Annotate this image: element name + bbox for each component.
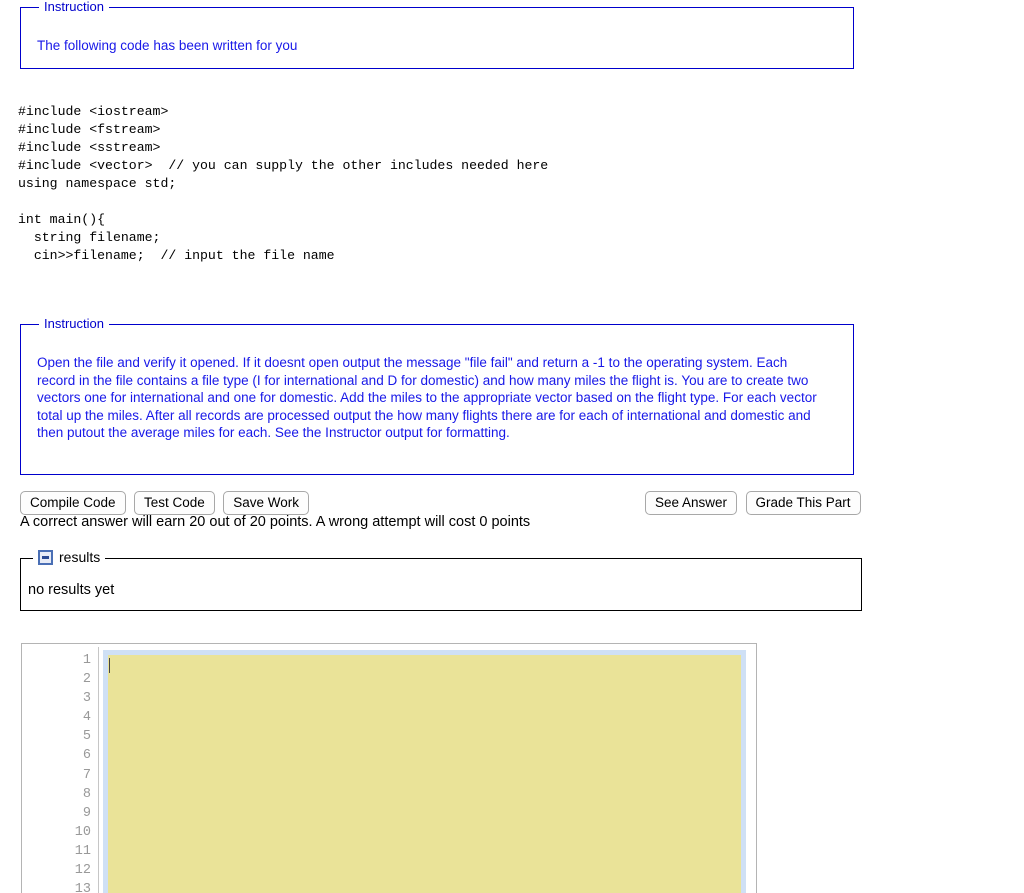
- save-work-button[interactable]: Save Work: [223, 491, 310, 515]
- line-number: 7: [82, 767, 91, 783]
- line-number: 10: [74, 824, 91, 840]
- line-number: 5: [82, 729, 91, 745]
- instruction-panel-1: Instruction The following code has been …: [20, 0, 854, 69]
- line-number: 12: [74, 863, 91, 879]
- text-caret: [109, 658, 110, 673]
- instruction-panel-2-text: Open the file and verify it opened. If i…: [37, 355, 817, 441]
- line-number: 13: [74, 882, 91, 893]
- code-editor-text-area[interactable]: [103, 650, 746, 893]
- line-number: 3: [82, 691, 91, 707]
- points-note: A correct answer will earn 20 out of 20 …: [20, 514, 531, 530]
- test-code-button[interactable]: Test Code: [134, 491, 215, 515]
- instruction-panel-1-legend: Instruction: [39, 0, 109, 14]
- compile-code-button[interactable]: Compile Code: [20, 491, 126, 515]
- results-panel-content: no results yet: [28, 582, 115, 598]
- line-number: 1: [82, 653, 91, 668]
- results-panel-legend-label: results: [59, 549, 101, 565]
- code-editor[interactable]: 1 2 3 4 5 6 7 8 9 10 11 12 13: [21, 643, 757, 893]
- action-button-row-left: Compile Code Test Code Save Work: [20, 491, 313, 515]
- line-number: 8: [82, 786, 91, 802]
- code-editor-line-number-gutter: 1 2 3 4 5 6 7 8 9 10 11 12 13: [22, 647, 99, 893]
- results-panel: results no results yet: [20, 548, 862, 611]
- results-panel-legend: results: [33, 548, 106, 566]
- see-answer-button[interactable]: See Answer: [645, 491, 738, 515]
- code-editor-body: 1 2 3 4 5 6 7 8 9 10 11 12 13: [22, 647, 756, 893]
- grade-this-part-button[interactable]: Grade This Part: [745, 491, 861, 515]
- line-number: 4: [82, 710, 91, 726]
- code-editor-surface[interactable]: [108, 655, 741, 893]
- line-number: 9: [82, 805, 91, 821]
- line-number: 6: [82, 748, 91, 764]
- action-button-row-right: See Answer Grade This Part: [641, 491, 861, 515]
- line-number: 11: [74, 843, 91, 859]
- instruction-panel-1-text: The following code has been written for …: [37, 38, 298, 53]
- line-number: 2: [82, 672, 91, 688]
- instruction-panel-2: Instruction Open the file and verify it …: [20, 316, 854, 475]
- instruction-panel-2-legend: Instruction: [39, 316, 109, 331]
- provided-code-listing: #include <iostream> #include <fstream> #…: [18, 104, 549, 263]
- minus-square-icon[interactable]: [38, 549, 53, 565]
